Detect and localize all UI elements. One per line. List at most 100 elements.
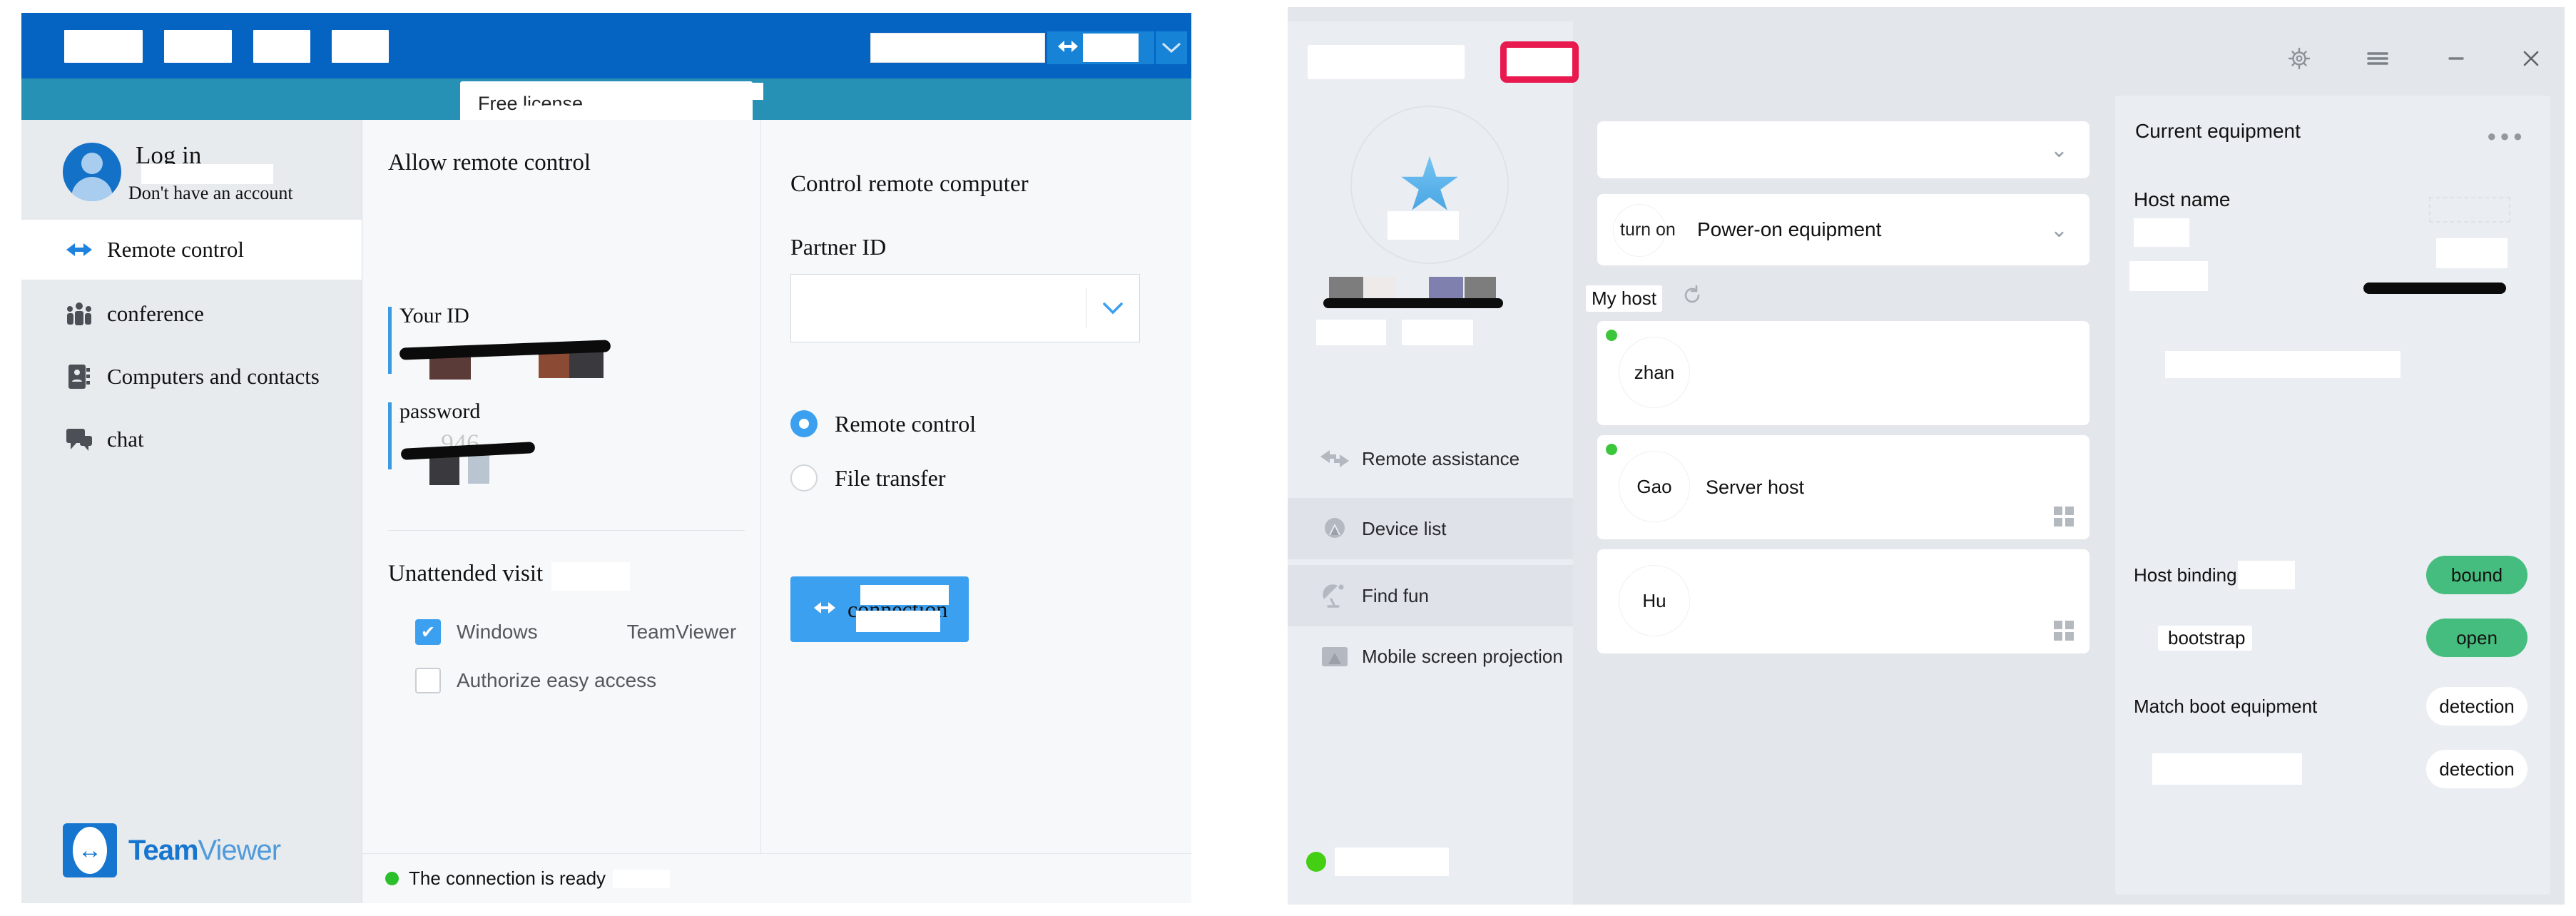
- sidebar-item-remote-control-label: Remote control: [107, 237, 244, 262]
- your-id-label: Your ID: [399, 304, 469, 327]
- device-list-icon: [1315, 514, 1355, 544]
- section-divider: [388, 530, 745, 531]
- hamburger-menu-icon[interactable]: [2358, 39, 2398, 78]
- titlebar-dropdown-button[interactable]: [1156, 31, 1187, 64]
- unattended-visit-heading: Unattended visit: [388, 561, 544, 586]
- status-bar: The connection is ready: [362, 853, 1191, 903]
- power-select-circle-label: turn on: [1620, 220, 1676, 240]
- status-redacted-text: [613, 869, 671, 888]
- host-name-redacted-2: [2129, 261, 2208, 291]
- password-value-redacted[interactable]: 946: [399, 429, 556, 485]
- my-host-label: My host: [1586, 285, 1663, 312]
- sidebar-item-chat[interactable]: chat: [21, 409, 362, 469]
- account-panel[interactable]: Log in Don't have an account: [21, 120, 362, 220]
- remote-control-arrows-icon: [812, 597, 838, 621]
- close-icon[interactable]: [2511, 39, 2551, 78]
- checkbox-teamviewer-label: TeamViewer: [626, 621, 737, 643]
- partner-id-combobox[interactable]: [790, 274, 1140, 342]
- gear-icon[interactable]: [2279, 39, 2319, 78]
- host-value-scribbled: [2363, 283, 2506, 294]
- chat-bubble-icon: [63, 426, 96, 453]
- menu-item-redacted-4[interactable]: [332, 30, 389, 63]
- menu-item-redacted-2[interactable]: [164, 30, 232, 63]
- radio-remote-control-label: Remote control: [835, 410, 977, 437]
- device-card[interactable]: Hu: [1597, 549, 2089, 653]
- setting-row-host-binding: Host binding bound: [2131, 549, 2535, 601]
- radio-remote-control[interactable]: Remote control: [790, 410, 976, 437]
- setting-label-redacted: [2152, 753, 2302, 785]
- radio-file-transfer[interactable]: File transfer: [790, 464, 946, 492]
- teamviewer-titlebar: [21, 13, 1191, 78]
- teamviewer-window: Free license Log in Don't have an accoun…: [21, 13, 1191, 903]
- online-status-dot-icon: [1606, 330, 1617, 341]
- checkbox-authorize-easy-access[interactable]: Authorize easy access: [415, 668, 656, 693]
- sidebar-item-device-list[interactable]: Device list: [1288, 498, 1573, 559]
- remote-assistance-arrows-icon: [1315, 449, 1355, 469]
- double-arrow-icon: ↔: [78, 837, 102, 864]
- no-account-link[interactable]: Don't have an account: [128, 183, 293, 204]
- device-manager-window: ★ Remote assistance Device list Find fun…: [1288, 7, 2565, 905]
- status-badge[interactable]: bound: [2426, 556, 2527, 594]
- sidebar-item-find-fun[interactable]: Find fun: [1288, 565, 1573, 626]
- checkbox-windows-teamviewer[interactable]: ✔ Windows TeamViewer: [415, 619, 736, 645]
- detection-button[interactable]: detection: [2426, 687, 2527, 726]
- menu-item-redacted-1[interactable]: [64, 30, 143, 63]
- checkbox-unchecked-icon[interactable]: [415, 668, 441, 693]
- sidebar-item-computers-and-contacts[interactable]: Computers and contacts: [21, 347, 362, 407]
- setting-label: bootstrap: [2168, 626, 2246, 648]
- remote-control-arrows-icon: [1056, 39, 1080, 58]
- connect-button[interactable]: connection: [790, 576, 969, 642]
- refresh-icon[interactable]: [1681, 284, 1704, 312]
- device-avatar: zhan: [1619, 337, 1690, 408]
- host-value-faded: [2429, 197, 2510, 223]
- version-badge-redacted: [1500, 41, 1579, 83]
- tab-redacted-text-upper: [581, 83, 763, 100]
- titlebar-search-input[interactable]: [870, 33, 1045, 63]
- chevron-down-icon[interactable]: ⌄: [2050, 138, 2068, 163]
- setting-row-bootstrap: bootstrap open: [2131, 612, 2535, 663]
- device-name: Server host: [1706, 477, 1805, 498]
- sidebar-item-remote-assistance-label: Remote assistance: [1362, 447, 1520, 469]
- sidebar-item-device-list-label: Device list: [1362, 517, 1447, 539]
- status-badge[interactable]: open: [2426, 619, 2527, 657]
- teamviewer-content: Allow remote control Your ID password 94…: [362, 120, 1191, 903]
- checkbox-checked-icon[interactable]: ✔: [415, 619, 441, 645]
- teamviewer-logo-text: TeamViewer: [128, 834, 282, 867]
- chevron-down-icon[interactable]: [1086, 301, 1139, 315]
- device-card[interactable]: Gao Server host: [1597, 435, 2089, 539]
- detection-button[interactable]: detection: [2426, 750, 2527, 788]
- teamviewer-logo-mark: ↔: [63, 823, 117, 877]
- more-dots-icon[interactable]: ●●●: [2487, 127, 2526, 146]
- windows-icon: [2054, 507, 2074, 526]
- chevron-down-icon: [1162, 43, 1181, 54]
- host-name-redacted-1: [2134, 218, 2189, 247]
- brand-name-redacted: [1308, 45, 1465, 79]
- sidebar-footer-status: [1288, 843, 1573, 880]
- menu-item-redacted-3[interactable]: [253, 30, 310, 63]
- allow-remote-control-heading: Allow remote control: [388, 150, 591, 175]
- minimize-icon[interactable]: [2436, 39, 2476, 78]
- teamviewer-logo: ↔ TeamViewer: [63, 823, 282, 877]
- profile-avatar[interactable]: ★: [1350, 106, 1509, 264]
- device-card[interactable]: zhan: [1597, 321, 2089, 425]
- your-id-value-redacted[interactable]: [399, 334, 621, 380]
- device-manager-sidebar: ★ Remote assistance Device list Find fun…: [1288, 86, 1573, 905]
- sidebar-item-mobile-screen-projection[interactable]: Mobile screen projection: [1288, 632, 1573, 731]
- sidebar-item-remote-control[interactable]: Remote control: [21, 220, 362, 280]
- radio-unselected-icon[interactable]: [790, 464, 818, 492]
- online-status-dot-icon: [1606, 444, 1617, 455]
- host-value-redacted: [2436, 238, 2508, 268]
- chevron-down-icon[interactable]: ⌄: [2050, 218, 2068, 243]
- sidebar-item-remote-assistance[interactable]: Remote assistance: [1288, 428, 1573, 489]
- setting-label: Match boot equipment: [2134, 695, 2318, 717]
- radio-selected-icon[interactable]: [790, 410, 818, 437]
- titlebar-connect-button[interactable]: [1047, 31, 1154, 64]
- teamviewer-sidebar: Log in Don't have an account Remote cont…: [21, 120, 362, 903]
- sidebar-item-conference[interactable]: conference: [21, 284, 362, 344]
- password-label: password: [399, 400, 481, 423]
- setting-row-redacted: detection: [2131, 743, 2535, 795]
- power-on-select[interactable]: turn on Power-on equipment ⌄: [1597, 194, 2089, 265]
- connect-redacted-lower: [856, 611, 940, 632]
- logo-viewer: Viewer: [198, 834, 282, 866]
- logo-team: Team: [128, 834, 199, 866]
